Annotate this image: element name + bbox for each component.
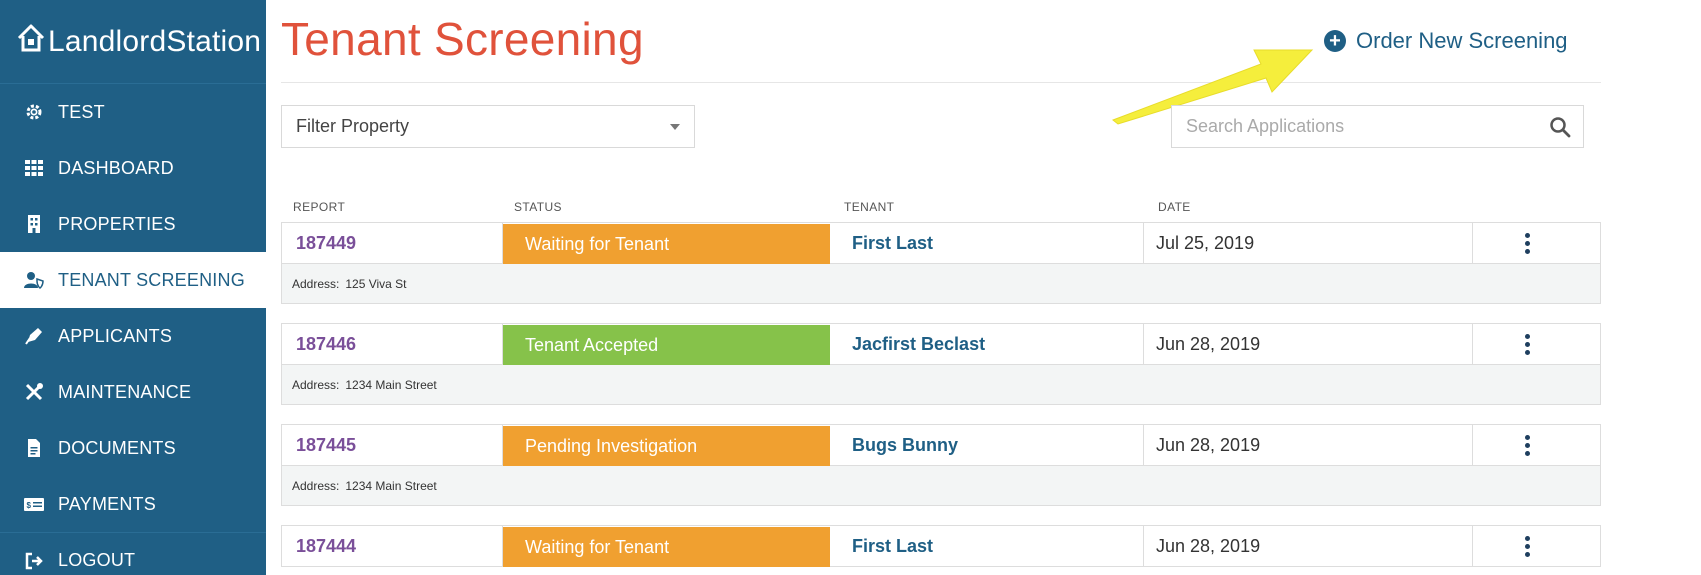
tenant-link[interactable]: First Last — [830, 223, 1144, 263]
address-label: Address: — [292, 478, 340, 493]
sidebar-item-payments[interactable]: $ PAYMENTS — [0, 476, 266, 532]
column-header-tenant: TENANT — [844, 200, 895, 214]
row-menu-button[interactable] — [1473, 526, 1581, 566]
sidebar-item-label: PROPERTIES — [58, 213, 176, 234]
grid-icon — [24, 158, 44, 178]
title-divider — [281, 82, 1601, 83]
page-title: Tenant Screening — [281, 13, 644, 65]
house-logo-icon — [17, 24, 45, 51]
tenant-link[interactable]: First Last — [830, 526, 1144, 566]
sidebar-item-test[interactable]: TEST — [0, 84, 266, 140]
row-menu-button[interactable] — [1473, 324, 1581, 364]
sidebar-item-label: TENANT SCREENING — [58, 269, 245, 290]
sidebar-item-label: APPLICANTS — [58, 325, 173, 346]
status-badge: Tenant Accepted — [503, 325, 830, 365]
sidebar-item-properties[interactable]: PROPERTIES — [0, 196, 266, 252]
report-link[interactable]: 187449 — [282, 223, 503, 263]
address-row: Address: 125 Viva St — [281, 264, 1601, 304]
status-badge: Waiting for Tenant — [503, 527, 830, 567]
kebab-menu-icon — [1524, 434, 1530, 456]
status-badge: Pending Investigation — [503, 426, 830, 466]
column-header-report: REPORT — [293, 200, 346, 214]
kebab-menu-icon — [1524, 333, 1530, 355]
sidebar-item-maintenance[interactable]: MAINTENANCE — [0, 364, 266, 420]
sidebar-item-applicants[interactable]: APPLICANTS — [0, 308, 266, 364]
gear-icon — [24, 102, 44, 122]
column-header-status: STATUS — [514, 200, 562, 214]
date-cell: Jun 28, 2019 — [1144, 324, 1473, 364]
filter-property-label: Filter Property — [296, 116, 410, 136]
address-label: Address: — [292, 276, 340, 291]
search-icon[interactable] — [1549, 116, 1571, 138]
order-button-label: Order New Screening — [1356, 28, 1568, 53]
sidebar-item-label: TEST — [58, 101, 105, 122]
tenant-link[interactable]: Bugs Bunny — [830, 425, 1144, 465]
plus-circle-icon: + — [1324, 30, 1346, 52]
search-applications[interactable] — [1171, 105, 1584, 148]
building-icon — [24, 214, 44, 234]
logout-icon — [24, 551, 44, 571]
row-menu-button[interactable] — [1473, 425, 1581, 465]
brand-name: LandlordStation — [48, 24, 262, 58]
filter-property-select[interactable]: Filter Property — [281, 105, 695, 148]
date-cell: Jul 25, 2019 — [1144, 223, 1473, 263]
user-shield-icon — [24, 270, 44, 290]
brand-logo[interactable]: LandlordStation — [0, 0, 266, 84]
sidebar-item-logout[interactable]: LOGOUT — [0, 532, 266, 575]
report-link[interactable]: 187444 — [282, 526, 503, 566]
kebab-menu-icon — [1524, 232, 1530, 254]
address-row: Address: 1234 Main Street — [281, 466, 1601, 506]
tenant-link[interactable]: Jacfirst Beclast — [830, 324, 1144, 364]
main-content: Tenant Screening + Order New Screening F… — [266, 0, 1701, 575]
date-cell: Jun 28, 2019 — [1144, 425, 1473, 465]
pen-icon — [24, 326, 44, 346]
sidebar-item-label: PAYMENTS — [58, 493, 156, 514]
sidebar-item-label: DOCUMENTS — [58, 437, 176, 458]
row-menu-button[interactable] — [1473, 223, 1581, 263]
report-link[interactable]: 187445 — [282, 425, 503, 465]
sidebar-item-label: LOGOUT — [58, 550, 136, 570]
address-row: Address: 1234 Main Street — [281, 365, 1601, 405]
caret-down-icon — [670, 124, 680, 130]
sidebar-item-tenant-screening[interactable]: TENANT SCREENING — [0, 252, 266, 308]
sidebar-item-dashboard[interactable]: DASHBOARD — [0, 140, 266, 196]
report-link[interactable]: 187446 — [282, 324, 503, 364]
table-row: 187449 Waiting for Tenant First Last Jul… — [281, 222, 1601, 304]
status-badge: Waiting for Tenant — [503, 224, 830, 264]
kebab-menu-icon — [1524, 535, 1530, 557]
sidebar-item-documents[interactable]: DOCUMENTS — [0, 420, 266, 476]
document-icon — [24, 438, 44, 458]
sidebar-item-label: DASHBOARD — [58, 157, 174, 178]
table-row: 187445 Pending Investigation Bugs Bunny … — [281, 424, 1601, 506]
date-cell: Jun 28, 2019 — [1144, 526, 1473, 566]
svg-text:$: $ — [27, 501, 32, 510]
address-value: 1234 Main Street — [345, 377, 437, 392]
payment-card-icon: $ — [24, 494, 44, 514]
search-input[interactable] — [1186, 116, 1526, 137]
address-value: 1234 Main Street — [345, 478, 437, 493]
order-new-screening-button[interactable]: + Order New Screening — [1324, 28, 1568, 54]
sidebar-item-label: MAINTENANCE — [58, 381, 192, 402]
address-value: 125 Viva St — [345, 276, 407, 291]
table-row: 187444 Waiting for Tenant First Last Jun… — [281, 525, 1601, 567]
address-label: Address: — [292, 377, 340, 392]
tools-icon — [24, 382, 44, 402]
column-header-date: DATE — [1158, 200, 1191, 214]
table-header: REPORT STATUS TENANT DATE — [281, 200, 1601, 216]
sidebar: LandlordStation TEST DASHBOARD PROPERTIE… — [0, 0, 266, 575]
table-row: 187446 Tenant Accepted Jacfirst Beclast … — [281, 323, 1601, 405]
